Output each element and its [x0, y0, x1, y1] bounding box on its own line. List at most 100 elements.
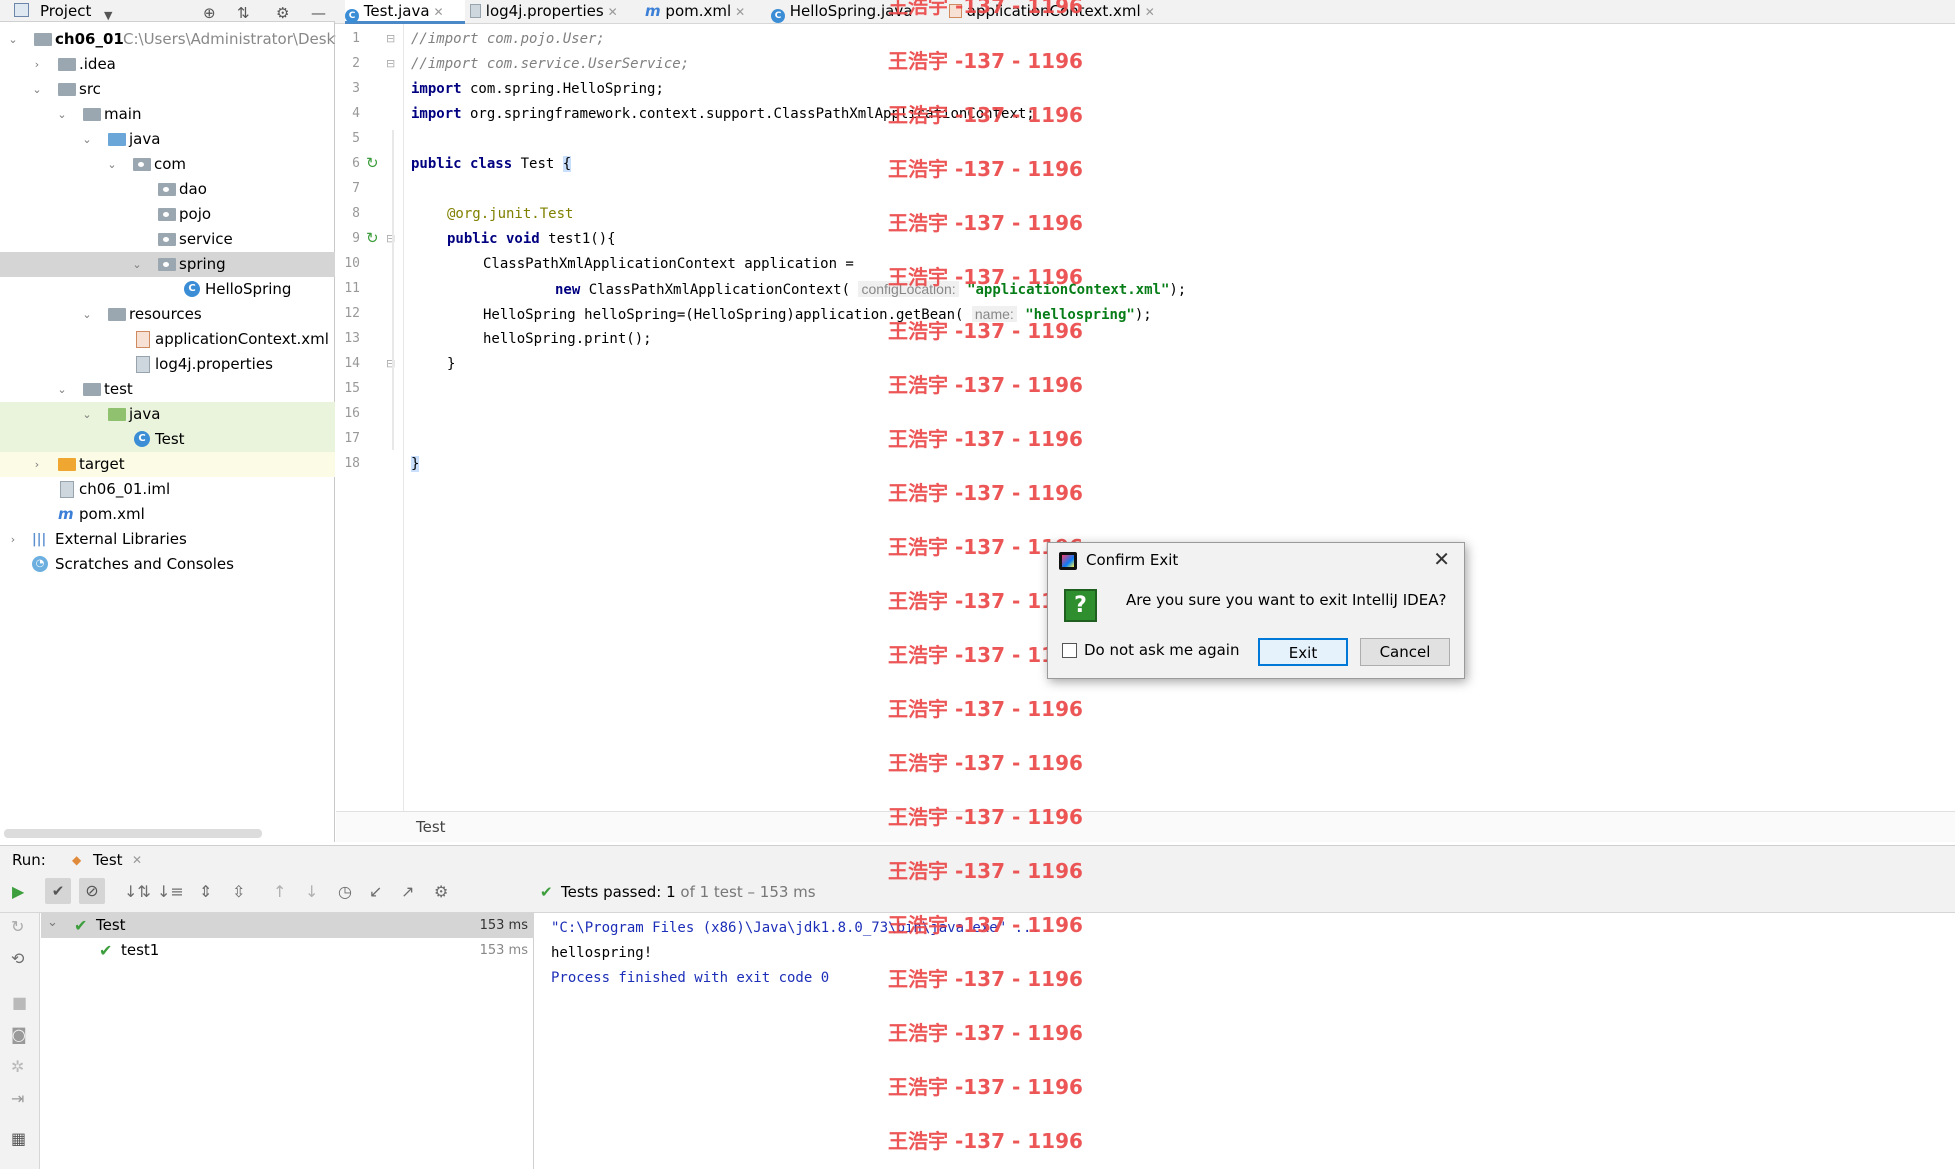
show-passed-icon[interactable]: ✔: [45, 878, 71, 904]
fold-icon[interactable]: ⊟: [386, 32, 395, 45]
layout-icon[interactable]: ▦: [11, 1129, 26, 1148]
project-panel-title[interactable]: Project: [40, 0, 91, 22]
tree-item-log4j[interactable]: log4j.properties: [0, 352, 335, 377]
test-row[interactable]: ✔ test1 153 ms: [41, 938, 534, 963]
properties-icon: [136, 356, 150, 373]
sort-duration-icon[interactable]: ↓≡: [157, 882, 184, 901]
chevron-right-icon[interactable]: ›: [30, 452, 44, 477]
chevron-down-icon[interactable]: ⌄: [47, 915, 58, 930]
exit-icon[interactable]: ⇥: [11, 1089, 24, 1108]
tab-log4j-properties[interactable]: log4j.properties ✕: [470, 0, 635, 24]
cancel-button[interactable]: Cancel: [1360, 638, 1450, 666]
tab-test-java[interactable]: C Test.java ✕: [345, 0, 465, 24]
tree-item-scratches[interactable]: ◔ Scratches and Consoles: [0, 552, 335, 577]
tree-item-dao[interactable]: dao: [0, 177, 335, 202]
tree-item-label: java: [129, 405, 161, 423]
tree-item-test[interactable]: ⌄ test: [0, 377, 335, 402]
chevron-down-icon[interactable]: ▼: [104, 5, 112, 27]
run-test-icon[interactable]: ↻: [366, 229, 379, 247]
do-not-ask-checkbox[interactable]: [1062, 643, 1077, 658]
tree-item-applicationcontext[interactable]: applicationContext.xml: [0, 327, 335, 352]
chevron-down-icon[interactable]: ⌄: [130, 252, 144, 277]
gear-icon[interactable]: ⚙: [434, 882, 448, 901]
tree-item-spring[interactable]: ⌄ spring: [0, 252, 335, 277]
arrow-down-icon[interactable]: ↓: [305, 882, 318, 901]
camera-icon[interactable]: ◙: [11, 1025, 27, 1044]
close-icon[interactable]: ✕: [434, 5, 444, 19]
locate-icon[interactable]: ⊕: [203, 2, 216, 24]
history-icon[interactable]: ◷: [338, 882, 352, 901]
sort-alpha-icon[interactable]: ↓⇅: [124, 882, 151, 901]
code-editor[interactable]: //import com.pojo.User; //import com.ser…: [405, 24, 1955, 811]
check-icon: ✔: [540, 883, 553, 901]
tree-item-target[interactable]: › target: [0, 452, 335, 477]
close-icon[interactable]: ✕: [1145, 5, 1155, 19]
run-test-icon[interactable]: ↻: [366, 154, 379, 172]
line-number: 8: [352, 206, 360, 221]
gear-icon[interactable]: ⚙: [276, 2, 289, 24]
tree-item-test-class[interactable]: C Test: [0, 427, 335, 452]
horizontal-scrollbar[interactable]: [4, 829, 262, 838]
expand-all-icon[interactable]: ⇕: [199, 882, 212, 901]
tree-item-label: src: [79, 80, 101, 98]
line-number: 15: [344, 381, 360, 396]
tree-item-label: log4j.properties: [155, 355, 273, 373]
tree-item-pojo[interactable]: pojo: [0, 202, 335, 227]
stop-icon[interactable]: ■: [12, 993, 27, 1012]
export-tests-icon[interactable]: ↗: [401, 882, 414, 901]
tree-item-ch06_01[interactable]: ⌄ ch06_01 C:\Users\Administrator\Deskt: [0, 27, 341, 52]
chevron-down-icon[interactable]: ⌄: [55, 377, 69, 402]
console-output[interactable]: "C:\Program Files (x86)\Java\jdk1.8.0_73…: [535, 913, 1955, 1169]
close-icon[interactable]: ✕: [132, 846, 142, 874]
minimize-icon[interactable]: —: [311, 2, 326, 24]
chevron-down-icon[interactable]: ⌄: [105, 152, 119, 177]
chevron-down-icon[interactable]: ⌄: [30, 77, 44, 102]
show-ignored-icon[interactable]: ⊘: [79, 878, 105, 904]
debug-icon[interactable]: ✲: [11, 1057, 24, 1076]
test-time: 153 ms: [479, 918, 528, 933]
code-line: //import com.service.UserService;: [411, 56, 689, 72]
rerun-failed-icon[interactable]: ↻: [11, 917, 24, 936]
tree-item-external-libraries[interactable]: › ||| External Libraries: [0, 527, 335, 552]
test-row-selected[interactable]: ⌄ ✔ Test 153 ms: [41, 913, 534, 938]
fold-icon[interactable]: ⊟: [386, 57, 395, 70]
code-text: test1(){: [539, 231, 616, 247]
class-icon: C: [134, 431, 150, 447]
tree-item-test-java[interactable]: ⌄ java: [0, 402, 335, 427]
breadcrumb-item[interactable]: Test: [416, 812, 446, 842]
tab-pom-xml[interactable]: m pom.xml ✕: [645, 0, 755, 24]
tree-item-main-java[interactable]: ⌄ java: [0, 127, 335, 152]
close-icon[interactable]: ✕: [608, 5, 618, 19]
package-icon: [158, 258, 176, 271]
do-not-ask-label[interactable]: Do not ask me again: [1084, 641, 1239, 659]
toggle-auto-test-icon[interactable]: ⟲: [11, 949, 24, 968]
chevron-down-icon[interactable]: ⌄: [6, 27, 20, 52]
tree-item-main[interactable]: ⌄ main: [0, 102, 335, 127]
arrow-up-icon[interactable]: ↑: [273, 882, 286, 901]
tree-item-resources[interactable]: ⌄ resources: [0, 302, 335, 327]
chevron-down-icon[interactable]: ⌄: [80, 302, 94, 327]
tree-item-hellospring[interactable]: C HelloSpring: [0, 277, 335, 302]
chevron-down-icon[interactable]: ⌄: [80, 127, 94, 152]
watermark-text: 王浩宇 -137 - 1196: [888, 427, 1083, 451]
tree-item-service[interactable]: service: [0, 227, 335, 252]
tree-item-idea[interactable]: › .idea: [0, 52, 335, 77]
close-icon[interactable]: ✕: [1433, 547, 1450, 571]
exit-button[interactable]: Exit: [1258, 638, 1348, 666]
close-icon[interactable]: ✕: [735, 5, 745, 19]
chevron-right-icon[interactable]: ›: [6, 527, 20, 552]
tree-item-pom[interactable]: m pom.xml: [0, 502, 335, 527]
collapse-all-icon[interactable]: ⇅: [237, 2, 250, 24]
import-tests-icon[interactable]: ↙: [369, 882, 382, 901]
chevron-down-icon[interactable]: ⌄: [55, 102, 69, 127]
tab-run-test[interactable]: Test: [93, 846, 123, 874]
tree-item-src[interactable]: ⌄ src: [0, 77, 335, 102]
tree-item-iml[interactable]: ch06_01.iml: [0, 477, 335, 502]
rerun-icon[interactable]: ▶: [12, 882, 24, 901]
package-icon: [158, 208, 176, 221]
chevron-right-icon[interactable]: ›: [30, 52, 44, 77]
tree-item-com[interactable]: ⌄ com: [0, 152, 335, 177]
code-line: //import com.pojo.User;: [411, 31, 605, 47]
chevron-down-icon[interactable]: ⌄: [80, 402, 94, 427]
collapse-all-icon[interactable]: ⇳: [232, 882, 245, 901]
